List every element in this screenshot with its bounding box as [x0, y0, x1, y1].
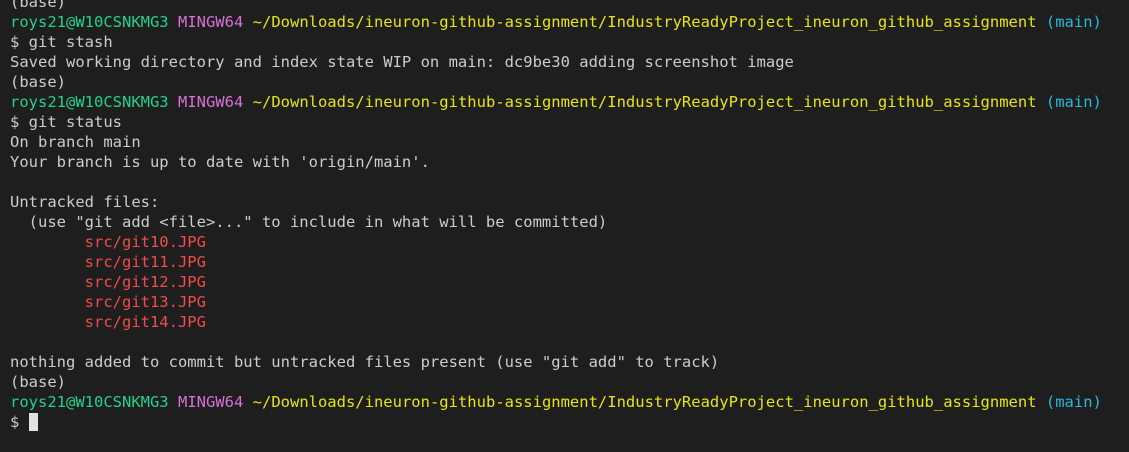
- untracked-file: src/git10.JPG: [10, 233, 206, 251]
- untracked-file: src/git13.JPG: [10, 293, 206, 311]
- prompt-system: MINGW64: [177, 393, 244, 411]
- prompt-system: MINGW64: [177, 13, 244, 31]
- untracked-file: src/git11.JPG: [10, 253, 206, 271]
- output-line: $ git status: [10, 113, 122, 131]
- output-line: nothing added to commit but untracked fi…: [10, 353, 720, 371]
- prompt-user: roys21@W10CSNKMG3: [10, 93, 169, 111]
- output-line: (base): [10, 73, 66, 91]
- output-line: (use "git add <file>..." to include in w…: [10, 213, 608, 231]
- untracked-file: src/git14.JPG: [10, 313, 206, 331]
- output-line: $ git stash: [10, 33, 113, 51]
- text-cursor[interactable]: [28, 413, 38, 431]
- prompt-system: MINGW64: [177, 93, 244, 111]
- prompt-branch: (main): [1045, 393, 1102, 411]
- terminal-window[interactable]: (base) roys21@W10CSNKMG3 MINGW64 ~/Downlo…: [0, 0, 1129, 452]
- prompt-path: ~/Downloads/ineuron-github-assignment/In…: [252, 393, 1037, 411]
- input-line[interactable]: $: [10, 412, 1102, 432]
- prompt-user: roys21@W10CSNKMG3: [10, 393, 169, 411]
- untracked-file: src/git12.JPG: [10, 273, 206, 291]
- prompt-user: roys21@W10CSNKMG3: [10, 13, 169, 31]
- prompt-branch: (main): [1045, 13, 1102, 31]
- prompt-line: roys21@W10CSNKMG3 MINGW64 ~/Downloads/in…: [10, 392, 1102, 412]
- output-line: Saved working directory and index state …: [10, 53, 794, 71]
- output-line: (base): [10, 0, 66, 11]
- output-line: Your branch is up to date with 'origin/m…: [10, 153, 430, 171]
- prompt-path: ~/Downloads/ineuron-github-assignment/In…: [252, 93, 1037, 111]
- input-prompt: $: [10, 413, 29, 431]
- prompt-line: roys21@W10CSNKMG3 MINGW64 ~/Downloads/in…: [10, 12, 1102, 32]
- output-line: On branch main: [10, 133, 141, 151]
- terminal-output: (base) roys21@W10CSNKMG3 MINGW64 ~/Downlo…: [10, 0, 1102, 432]
- prompt-branch: (main): [1045, 93, 1102, 111]
- prompt-path: ~/Downloads/ineuron-github-assignment/In…: [252, 13, 1037, 31]
- output-line: Untracked files:: [10, 193, 160, 211]
- output-line: (base): [10, 373, 66, 391]
- prompt-line: roys21@W10CSNKMG3 MINGW64 ~/Downloads/in…: [10, 92, 1102, 112]
